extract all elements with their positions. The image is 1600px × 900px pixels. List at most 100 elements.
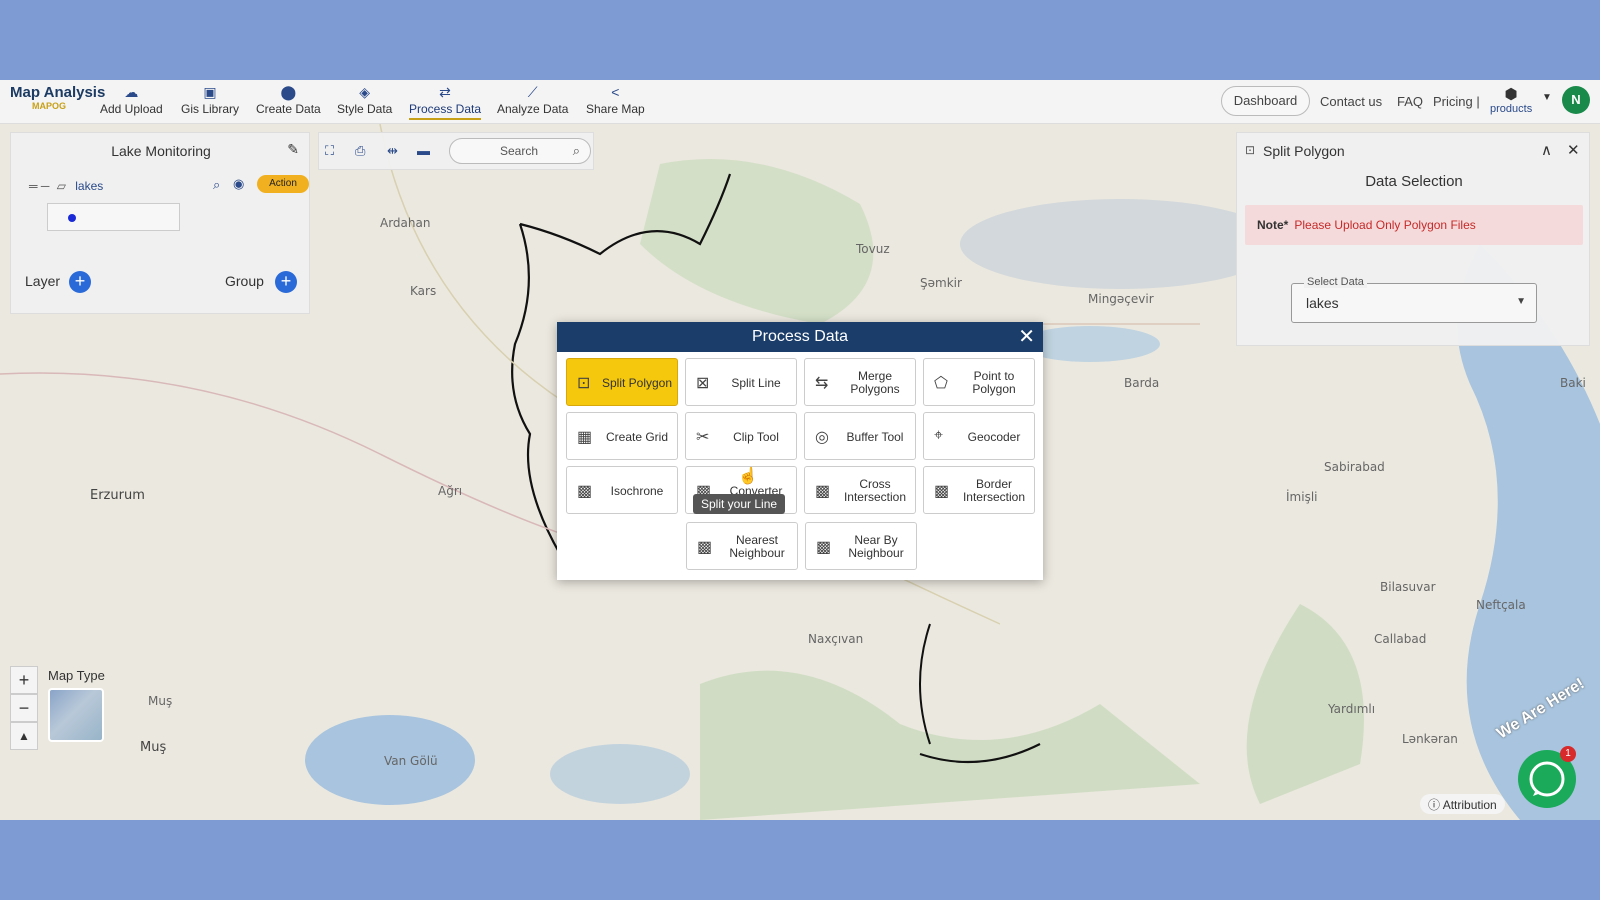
- select-label: Select Data: [1304, 276, 1367, 288]
- app-window: Erzurum Ağrı Kars Ardahan Muş Muş Van Gö…: [0, 80, 1600, 820]
- drag-handle-icon[interactable]: ═ ─: [29, 179, 49, 193]
- tool-point-to-polygon[interactable]: ⬠ Point to Polygon: [923, 358, 1035, 406]
- place-label: Barda: [1124, 376, 1160, 390]
- place-label: Erzurum: [90, 488, 145, 503]
- library-icon: ▣: [203, 84, 217, 100]
- place-label: Callabad: [1374, 632, 1427, 646]
- tool-geocoder[interactable]: ⌖ Geocoder: [923, 412, 1035, 460]
- products-menu[interactable]: ⬢ products: [1490, 85, 1532, 115]
- place-label: Yardımlı: [1328, 702, 1376, 716]
- split-polygon-icon: ⊡: [577, 375, 591, 392]
- place-label: Tovuz: [856, 242, 890, 256]
- paint-bucket-icon: ◈: [359, 84, 371, 100]
- tool-merge-polygons[interactable]: ⇆ Merge Polygons: [804, 358, 916, 406]
- zoom-in-button[interactable]: +: [10, 666, 38, 694]
- layer-label: Layer: [25, 273, 61, 289]
- brand-logo[interactable]: Map Analysis MAPOG: [10, 84, 105, 111]
- place-label: Sabirabad: [1324, 460, 1385, 474]
- add-layer-button[interactable]: +: [69, 271, 91, 293]
- layer-item[interactable]: ═ ─ ▱ lakes: [29, 179, 103, 193]
- info-icon: ⓘ: [1428, 798, 1441, 812]
- nav-create-data[interactable]: ⬤ Create Data: [256, 84, 321, 116]
- top-navbar: Map Analysis MAPOG ☁ Add Upload ▣ Gis Li…: [0, 80, 1600, 124]
- place-label: Lənkəran: [1402, 732, 1458, 746]
- dashboard-button[interactable]: Dashboard: [1221, 86, 1310, 116]
- tool-nearest-neighbour[interactable]: ▩ Nearest Neighbour: [686, 522, 798, 570]
- search-input[interactable]: Search ⌕: [449, 138, 591, 164]
- tool-split-line[interactable]: ⊠ Split Line: [685, 358, 797, 406]
- tool-buffer[interactable]: ◎ Buffer Tool: [804, 412, 916, 460]
- legend-swatch: [68, 214, 76, 222]
- split-polygon-panel: ⊡ Split Polygon ∧ ✕ Data Selection Note*…: [1236, 132, 1590, 346]
- map-pin-icon: ⬤: [280, 84, 297, 100]
- place-label: Ağrı: [438, 484, 463, 498]
- point-to-polygon-icon: ⬠: [934, 375, 948, 392]
- near-by-neighbour-icon: ▩: [816, 539, 832, 556]
- avatar[interactable]: N: [1562, 86, 1590, 114]
- layer-name[interactable]: lakes: [75, 179, 103, 193]
- location-pin-icon: ⌖: [934, 427, 944, 444]
- chevron-down-icon[interactable]: ▼: [1542, 92, 1552, 103]
- nav-process-data[interactable]: ⇄ Process Data: [409, 84, 482, 120]
- eye-icon[interactable]: ◉: [233, 176, 244, 192]
- clip-icon: ✂: [696, 429, 710, 446]
- tool-cross-intersection[interactable]: ▩ Cross Intersection: [804, 466, 916, 514]
- tool-clip[interactable]: ✂ Clip Tool: [685, 412, 797, 460]
- place-label: Şəmkir: [920, 276, 962, 290]
- place-label: Van Gölü: [384, 754, 438, 768]
- notification-badge: 1: [1560, 746, 1576, 762]
- fullscreen-icon[interactable]: ⛶: [325, 143, 334, 159]
- attribution-button[interactable]: ⓘ Attribution: [1420, 794, 1505, 814]
- border-intersection-icon: ▩: [934, 483, 950, 500]
- tooltip: Split your Line: [693, 494, 786, 514]
- faq-link[interactable]: FAQ: [1397, 94, 1423, 109]
- tool-near-by-neighbour[interactable]: ▩ Near By Neighbour: [805, 522, 917, 570]
- nav-gis-library[interactable]: ▣ Gis Library: [181, 84, 239, 116]
- contact-link[interactable]: Contact us: [1320, 94, 1382, 109]
- tool-create-grid[interactable]: ▦ Create Grid: [566, 412, 678, 460]
- collapse-icon[interactable]: ∧: [1541, 141, 1552, 159]
- tool-isochrone[interactable]: ▩ Isochrone: [566, 466, 678, 514]
- nav-share-map[interactable]: < Share Map: [586, 84, 645, 116]
- measure-icon[interactable]: ⇹: [387, 143, 398, 159]
- close-icon[interactable]: ✕: [1018, 322, 1035, 352]
- process-icon: ⇄: [439, 84, 451, 100]
- nav-add-upload[interactable]: ☁ Add Upload: [100, 84, 163, 116]
- comment-icon[interactable]: ▬: [417, 143, 430, 158]
- polygon-icon: ▱: [56, 179, 66, 193]
- cube-icon: ⬢: [1504, 86, 1518, 103]
- close-icon[interactable]: ✕: [1567, 141, 1580, 159]
- select-data-dropdown[interactable]: Select Data lakes ▼: [1291, 276, 1537, 323]
- modal-title: Process Data: [557, 322, 1043, 352]
- process-data-modal: Process Data ✕ ⊡ Split Polygon ⊠ Split L…: [557, 322, 1043, 580]
- tool-split-polygon[interactable]: ⊡ Split Polygon: [566, 358, 678, 406]
- nearest-neighbour-icon: ▩: [697, 539, 713, 556]
- print-icon[interactable]: ⎙: [355, 143, 365, 159]
- place-label: Neftçala: [1476, 598, 1526, 612]
- pricing-link[interactable]: Pricing |: [1433, 94, 1480, 109]
- search-icon[interactable]: ⌕: [573, 139, 580, 163]
- buffer-icon: ◎: [815, 429, 829, 446]
- place-label: Ardahan: [380, 216, 431, 230]
- zoom-to-layer-icon[interactable]: ⌕: [213, 177, 220, 193]
- edit-icon[interactable]: ✎: [287, 141, 299, 158]
- zoom-out-button[interactable]: −: [10, 694, 38, 722]
- cloud-upload-icon: ☁: [124, 84, 139, 100]
- map-type-label: Map Type: [48, 668, 105, 683]
- map-type-thumbnail[interactable]: [48, 688, 104, 742]
- note-banner: Note* Please Upload Only Polygon Files: [1245, 205, 1583, 245]
- isochrone-icon: ▩: [577, 483, 593, 500]
- place-label: Kars: [410, 284, 437, 298]
- tool-border-intersection[interactable]: ▩ Border Intersection: [923, 466, 1035, 514]
- place-label: Muş: [148, 694, 173, 708]
- project-title: Lake Monitoring: [111, 143, 211, 159]
- nav-style-data[interactable]: ◈ Style Data: [337, 84, 392, 116]
- add-group-button[interactable]: +: [275, 271, 297, 293]
- place-label: Baki: [1560, 376, 1586, 390]
- action-button[interactable]: Action: [257, 175, 309, 193]
- nav-analyze-data[interactable]: ⟋ Analyze Data: [497, 84, 568, 116]
- panel-title: Split Polygon: [1263, 143, 1345, 159]
- brand-subtitle: MAPOG: [32, 101, 67, 111]
- north-arrow-button[interactable]: ▲: [10, 722, 38, 750]
- split-line-icon: ⊠: [696, 375, 710, 392]
